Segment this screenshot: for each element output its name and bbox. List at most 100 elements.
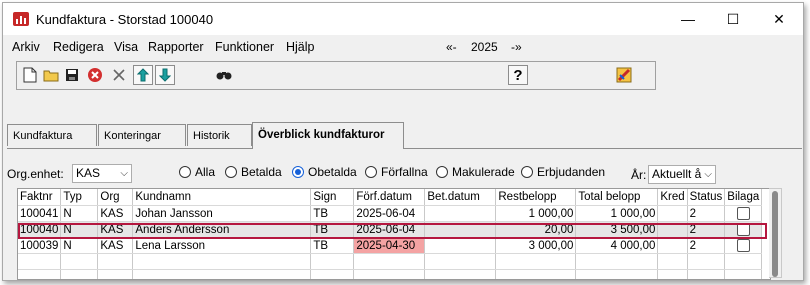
cell-faktnr: 100041 <box>18 205 62 222</box>
cell-sign: TB <box>310 221 355 238</box>
col-header-bilaga[interactable]: Bilaga <box>724 189 763 206</box>
radio-makulerade[interactable] <box>436 166 448 178</box>
cell-bilaga <box>724 205 763 222</box>
col-header-bet-datum[interactable]: Bet.datum <box>424 189 497 206</box>
vertical-scrollbar[interactable] <box>769 188 782 278</box>
col-header-org[interactable]: Org <box>97 189 134 206</box>
cell-total-belopp: 3 500,00 <box>575 221 659 238</box>
close-icon[interactable]: ✕ <box>769 11 789 27</box>
tab-divider <box>7 148 802 149</box>
table-row-selected[interactable]: 100040 N KAS Anders Andersson TB 2025-06… <box>18 221 763 238</box>
bilaga-checkbox[interactable] <box>736 223 750 236</box>
year-label: År: <box>631 168 647 182</box>
filter-bar: Org.enhet: KAS ⌵ Alla Betalda Obetalda F… <box>3 163 803 187</box>
col-header-total-belopp[interactable]: Total belopp <box>575 189 659 206</box>
cell-faktnr: 100040 <box>18 221 62 238</box>
cell-kundnamn: Lena Larsson <box>132 237 312 254</box>
menu-arkiv[interactable]: Arkiv <box>12 40 40 54</box>
cell-forf-datum-overdue: 2025-04-30 <box>353 237 426 254</box>
col-header-kundnamn[interactable]: Kundnamn <box>132 189 312 206</box>
cell-restbelopp: 3 000,00 <box>495 237 577 254</box>
cell-bet-datum <box>424 237 497 254</box>
help-icon[interactable]: ? <box>508 65 528 85</box>
invoice-grid: Faktnr Typ Org Kundnamn Sign Förf.datum … <box>17 188 771 280</box>
cell-total-belopp: 1 000,00 <box>575 205 659 222</box>
open-folder-icon[interactable] <box>41 65 61 85</box>
minimize-icon[interactable]: — <box>678 11 698 27</box>
col-header-sign[interactable]: Sign <box>310 189 355 206</box>
delete-icon[interactable] <box>85 65 105 85</box>
cell-bilaga <box>724 237 763 254</box>
radio-alla-label: Alla <box>195 165 216 179</box>
move-down-icon[interactable] <box>155 65 175 85</box>
chevron-down-icon: ⌵ <box>702 166 712 183</box>
col-header-typ[interactable]: Typ <box>60 189 99 206</box>
org-unit-select[interactable]: KAS ⌵ <box>72 164 132 183</box>
tab-overblick-kundfakturor[interactable]: Överblick kundfakturor <box>252 122 404 149</box>
radio-betalda[interactable] <box>225 166 237 178</box>
radio-makulerade-label: Makulerade <box>452 165 515 179</box>
cell-kred <box>657 237 688 254</box>
move-up-icon[interactable] <box>133 65 153 85</box>
radio-forfallna-label: Förfallna <box>381 165 428 179</box>
chevron-down-icon: ⌵ <box>120 168 128 179</box>
settings-icon[interactable] <box>614 65 634 85</box>
next-year-button[interactable]: -» <box>511 40 522 54</box>
year-select-value: Aktuellt år <box>652 167 706 181</box>
col-header-forf-datum[interactable]: Förf.datum <box>353 189 426 206</box>
cancel-icon[interactable] <box>109 65 129 85</box>
cell-typ: N <box>60 221 99 238</box>
cell-bilaga <box>724 221 763 238</box>
radio-obetalda[interactable] <box>292 166 304 178</box>
cell-forf-datum: 2025-06-04 <box>353 205 426 222</box>
tab-historik[interactable]: Historik <box>187 124 252 146</box>
maximize-icon[interactable]: ☐ <box>723 11 743 27</box>
year-select[interactable]: Aktuellt år ⌵ <box>648 165 716 184</box>
col-header-faktnr[interactable]: Faktnr <box>18 189 62 206</box>
cell-forf-datum: 2025-06-04 <box>353 221 426 238</box>
cell-bet-datum <box>424 221 497 238</box>
col-header-kred[interactable]: Kred <box>657 189 688 206</box>
menu-redigera[interactable]: Redigera <box>53 40 104 54</box>
col-header-restbelopp[interactable]: Restbelopp <box>495 189 577 206</box>
cell-typ: N <box>60 237 99 254</box>
cell-total-belopp: 4 000,00 <box>575 237 659 254</box>
save-icon[interactable] <box>62 65 82 85</box>
new-document-icon[interactable] <box>20 65 40 85</box>
previous-year-button[interactable]: «- <box>446 40 457 54</box>
cell-org: KAS <box>97 237 134 254</box>
bilaga-checkbox[interactable] <box>736 207 750 220</box>
tab-kundfaktura[interactable]: Kundfaktura <box>7 124 97 146</box>
search-icon[interactable] <box>214 65 234 85</box>
cell-kred <box>657 205 688 222</box>
cell-sign: TB <box>310 205 355 222</box>
app-window: Kundfaktura - Storstad 100040 — ☐ ✕ Arki… <box>2 2 804 281</box>
window-title: Kundfaktura - Storstad 100040 <box>36 12 214 27</box>
table-row[interactable]: 100039 N KAS Lena Larsson TB 2025-04-30 … <box>18 237 763 254</box>
menu-hjalp[interactable]: Hjälp <box>286 40 315 54</box>
cell-status: 2 <box>687 237 726 254</box>
toolbar: ? <box>16 61 656 90</box>
radio-forfallna[interactable] <box>365 166 377 178</box>
grid-header-row: Faktnr Typ Org Kundnamn Sign Förf.datum … <box>18 189 763 206</box>
col-header-status[interactable]: Status <box>687 189 726 206</box>
cell-sign: TB <box>310 237 355 254</box>
cell-kundnamn: Anders Andersson <box>132 221 312 238</box>
cell-faktnr: 100039 <box>18 237 62 254</box>
bilaga-checkbox[interactable] <box>736 239 750 252</box>
scrollbar-thumb[interactable] <box>772 191 778 277</box>
title-bar: Kundfaktura - Storstad 100040 — ☐ ✕ <box>3 3 803 35</box>
cell-org: KAS <box>97 221 134 238</box>
table-row[interactable]: 100041 N KAS Johan Jansson TB 2025-06-04… <box>18 205 763 222</box>
menu-rapporter[interactable]: Rapporter <box>148 40 204 54</box>
cell-bet-datum <box>424 205 497 222</box>
radio-erbjudanden[interactable] <box>521 166 533 178</box>
org-unit-label: Org.enhet: <box>7 167 64 181</box>
menu-visa[interactable]: Visa <box>114 40 138 54</box>
cell-restbelopp: 1 000,00 <box>495 205 577 222</box>
cell-restbelopp: 20,00 <box>495 221 577 238</box>
radio-alla[interactable] <box>179 166 191 178</box>
empty-row <box>18 253 763 270</box>
menu-funktioner[interactable]: Funktioner <box>215 40 274 54</box>
tab-konteringar[interactable]: Konteringar <box>98 124 186 146</box>
